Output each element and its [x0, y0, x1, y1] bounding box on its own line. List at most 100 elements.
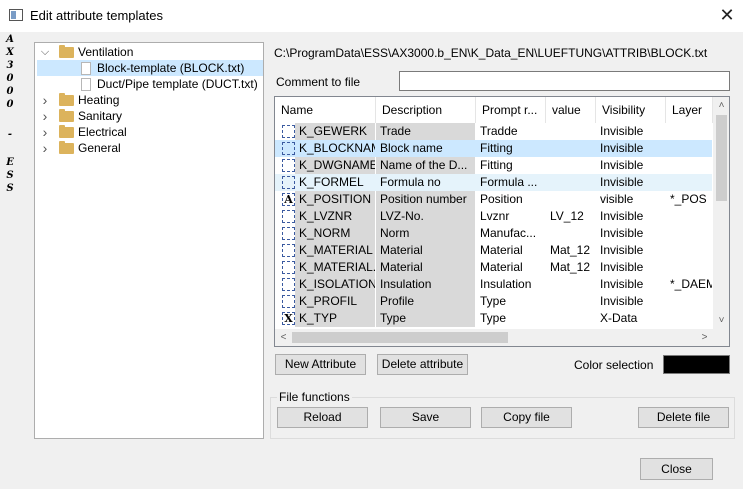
cell-visibility: visible	[600, 192, 634, 206]
tree-item-general[interactable]: › General	[35, 140, 263, 156]
attribute-icon	[282, 159, 295, 172]
chevron-right-icon[interactable]: ›	[39, 108, 51, 124]
horizontal-scroll-thumb[interactable]	[292, 332, 508, 343]
color-selection-swatch[interactable]	[663, 355, 730, 374]
table-row[interactable]: K_MATERIAL... Material Material Mat_12 Invis…	[275, 259, 712, 276]
tree-item-duct-pipe[interactable]: Duct/Pipe template (DUCT.txt)	[37, 76, 263, 92]
delete-attribute-button[interactable]: Delete attribute	[377, 354, 468, 375]
save-button[interactable]: Save	[380, 407, 471, 428]
cell-value: Mat_12	[550, 243, 591, 257]
table-row[interactable]: K_BLOCKNAMEBlock name Fitting Invisible	[275, 140, 712, 157]
folder-icon	[59, 45, 74, 58]
cell-value	[546, 276, 595, 293]
cell-visibility: Invisible	[600, 277, 644, 291]
column-header[interactable]: Layer	[666, 97, 713, 123]
cell-value: Mat_12	[550, 260, 591, 274]
delete-file-button[interactable]: Delete file	[638, 407, 729, 428]
column-header[interactable]: value	[546, 97, 596, 123]
new-attribute-button[interactable]: New Attribute	[275, 354, 366, 375]
tree-item-electrical[interactable]: › Electrical	[35, 124, 263, 140]
comment-label: Comment to file	[276, 75, 361, 89]
cell-value	[546, 157, 595, 174]
cell-prompt: Lvznr	[480, 209, 510, 223]
attribute-icon	[282, 227, 295, 240]
chevron-right-icon[interactable]: ›	[39, 140, 51, 156]
tree-item-heating[interactable]: › Heating	[35, 92, 263, 108]
tree-item-label: Block-template (BLOCK.txt)	[97, 61, 245, 75]
app-window-icon	[9, 9, 23, 21]
copy-file-button[interactable]: Copy file	[481, 407, 572, 428]
cell-value: LV_12	[550, 209, 584, 223]
cell-name: K_FORMEL	[295, 174, 375, 191]
chevron-down-icon[interactable]: ⌵	[39, 44, 51, 60]
attribute-icon	[282, 278, 295, 291]
table-row[interactable]: K_FORMEL Formula no Formula ... Invisible	[275, 174, 712, 191]
column-header[interactable]: Description	[376, 97, 476, 123]
tree-item-block-template[interactable]: Block-template (BLOCK.txt)	[37, 60, 263, 76]
table-row[interactable]: K_GEWERK Trade Tradde Invisible	[275, 123, 712, 140]
cell-prompt: Position	[480, 192, 523, 206]
comment-input[interactable]	[399, 71, 730, 91]
vertical-scroll-thumb[interactable]	[716, 115, 727, 201]
vertical-scrollbar[interactable]: ˄ ˅	[713, 97, 729, 329]
table-row[interactable]: X K_TYP Type Type X-Data	[275, 310, 712, 327]
folder-icon	[59, 109, 74, 122]
cell-layer	[666, 225, 712, 242]
cell-name: K_DWGNAME	[295, 157, 375, 174]
table-row[interactable]: K_NORM Norm Manufac... Invisible	[275, 225, 712, 242]
cell-visibility: Invisible	[600, 294, 644, 308]
brand-letter: S	[6, 170, 14, 181]
scroll-right-icon[interactable]: >	[696, 329, 713, 346]
cell-description: Profile	[376, 293, 475, 310]
attribute-icon	[282, 261, 295, 274]
chevron-right-icon[interactable]: ›	[39, 92, 51, 108]
column-header[interactable]: Prompt r...	[476, 97, 546, 123]
cell-prompt: Insulation	[480, 277, 532, 291]
attribute-icon	[282, 125, 295, 138]
attribute-grid[interactable]: Name Description Prompt r... value Visibilit…	[274, 96, 730, 347]
cell-name: K_GEWERK	[295, 123, 375, 140]
brand-letter: S	[6, 183, 14, 194]
cell-name: K_PROFIL	[295, 293, 375, 310]
file-path: C:\ProgramData\ESS\AX3000.b_EN\K_Data_EN…	[274, 46, 708, 60]
table-row[interactable]: A K_POSITION Position number Position visibl…	[275, 191, 712, 208]
tree-item-sanitary[interactable]: › Sanitary	[35, 108, 263, 124]
table-row[interactable]: K_ISOLATION Insulation Insulation Invisible…	[275, 276, 712, 293]
cell-layer: *_DAEM	[670, 277, 712, 291]
cell-value	[546, 310, 595, 327]
table-row[interactable]: K_MATERIAL Material Material Mat_12 Invisibl…	[275, 242, 712, 259]
cell-prompt: Fitting	[480, 158, 513, 172]
column-header[interactable]: Name	[275, 97, 376, 123]
cell-prompt: Tradde	[480, 124, 518, 138]
horizontal-scrollbar[interactable]: < >	[275, 329, 713, 346]
cell-value	[546, 293, 595, 310]
close-window-icon[interactable]: ✕	[717, 4, 737, 26]
folder-icon	[59, 93, 74, 106]
close-button[interactable]: Close	[640, 458, 713, 480]
table-row[interactable]: K_PROFIL Profile Type Invisible	[275, 293, 712, 310]
cell-layer	[666, 174, 712, 191]
tree-item-label: General	[78, 141, 121, 155]
cell-description: Insulation	[376, 276, 475, 293]
tree-item-label: Electrical	[78, 125, 127, 139]
cell-visibility: Invisible	[600, 175, 644, 189]
tree-item-label: Duct/Pipe template (DUCT.txt)	[97, 77, 258, 91]
cell-name: K_BLOCKNAME	[295, 140, 375, 157]
table-row[interactable]: K_DWGNAME Name of the D... Fitting Invisibl…	[275, 157, 712, 174]
cell-name: K_MATERIAL	[295, 242, 375, 259]
attribute-icon	[282, 176, 295, 189]
reload-button[interactable]: Reload	[277, 407, 368, 428]
brand-letter: 0	[6, 86, 14, 97]
cell-value	[546, 140, 595, 157]
scroll-left-icon[interactable]: <	[275, 329, 292, 346]
brand-letter: X	[6, 47, 14, 58]
xdata-attribute-icon: X	[282, 312, 295, 325]
window-title: Edit attribute templates	[30, 8, 163, 23]
table-row[interactable]: K_LVZNR LVZ-No. Lvznr LV_12 Invisible	[275, 208, 712, 225]
scroll-down-icon[interactable]: ˅	[713, 312, 729, 329]
scroll-up-icon[interactable]: ˄	[713, 97, 729, 114]
chevron-right-icon[interactable]: ›	[39, 124, 51, 140]
template-tree[interactable]: ⌵ Ventilation Block-template (BLOCK.txt) Du…	[34, 42, 264, 439]
column-header[interactable]: Visibility	[596, 97, 666, 123]
tree-item-ventilation[interactable]: ⌵ Ventilation	[35, 44, 263, 60]
